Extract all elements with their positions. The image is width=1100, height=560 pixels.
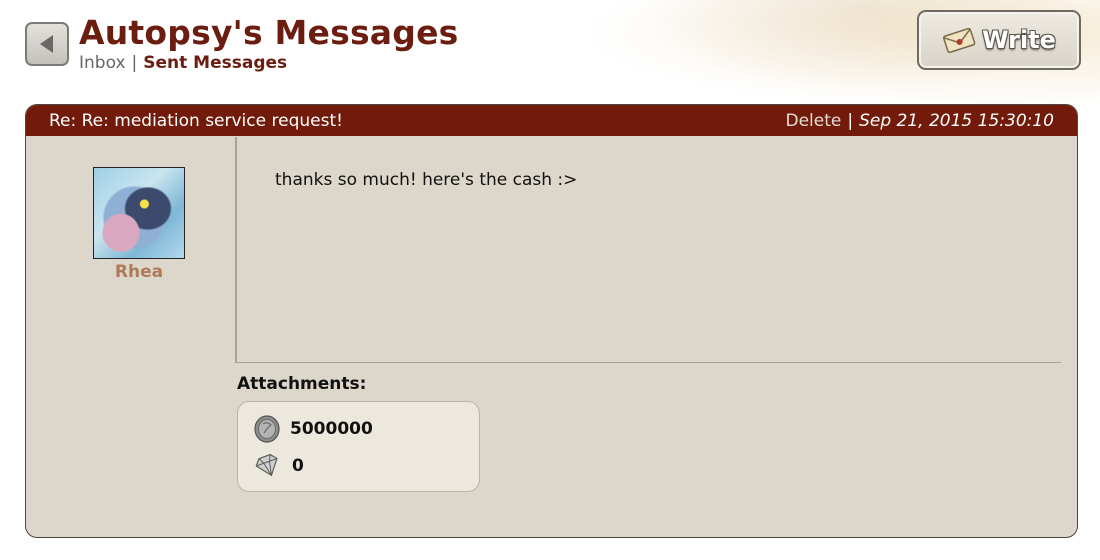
attachments-title: Attachments:: [237, 374, 367, 394]
sender-block: Rhea: [93, 167, 185, 282]
meta-separator: |: [847, 110, 854, 131]
nav-separator: |: [131, 53, 138, 73]
mailbox-nav: Inbox | Sent Messages: [79, 53, 287, 73]
avatar[interactable]: [93, 167, 185, 259]
gems-attachment: 0: [252, 452, 304, 480]
message-meta: Delete | Sep 21, 2015 15:30:10: [786, 111, 1055, 131]
write-label: Write: [982, 26, 1056, 54]
page-title: Autopsy's Messages: [79, 13, 459, 52]
treasure-amount: 5000000: [290, 419, 373, 439]
attachments-box: 5000000 0: [237, 401, 480, 492]
message-body: thanks so much! here's the cash :>: [275, 170, 578, 190]
inbox-link[interactable]: Inbox: [79, 53, 126, 73]
message-header: Re: Re: mediation service request! Delet…: [26, 105, 1077, 136]
sent-messages-link[interactable]: Sent Messages: [143, 53, 287, 73]
gem-icon: [255, 453, 278, 477]
message-body-area: thanks so much! here's the cash :>: [235, 137, 1061, 363]
treasure-attachment: 5000000: [252, 414, 373, 444]
envelope-icon: [943, 27, 976, 54]
gems-amount: 0: [292, 456, 304, 476]
message-subject: Re: Re: mediation service request!: [49, 110, 343, 131]
message-panel: Re: Re: mediation service request! Delet…: [25, 104, 1078, 538]
sender-name-link[interactable]: Rhea: [93, 262, 185, 282]
message-date: Sep 21, 2015 15:30:10: [859, 110, 1054, 131]
write-button[interactable]: Write: [917, 10, 1081, 70]
coin-icon: [254, 415, 280, 443]
delete-button[interactable]: Delete: [786, 111, 842, 131]
back-button[interactable]: [25, 22, 69, 66]
back-arrow-icon: [40, 35, 53, 53]
